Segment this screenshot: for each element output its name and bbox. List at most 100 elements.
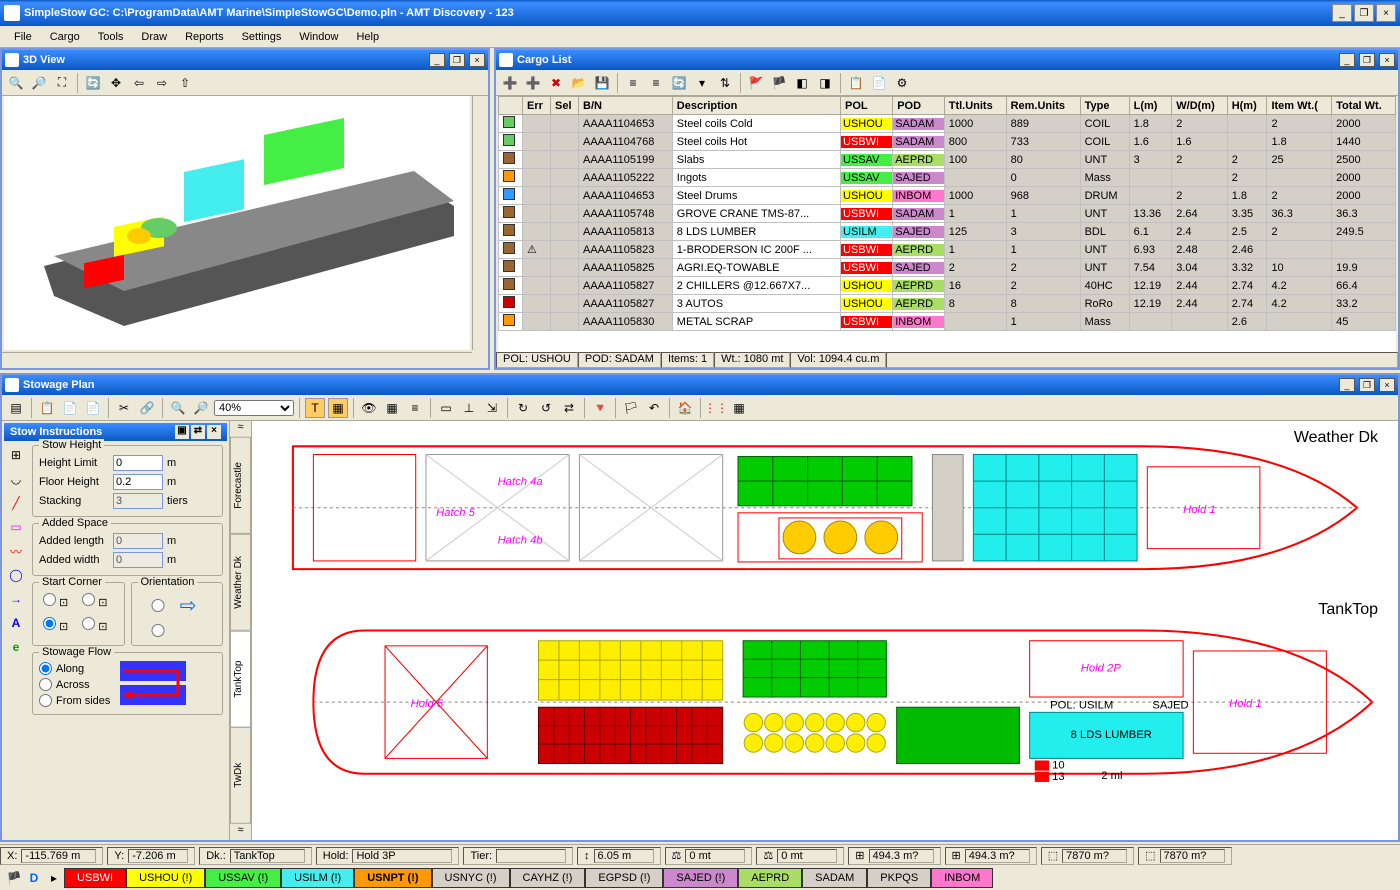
tool-polyline-icon[interactable]: 〰 [6,541,26,561]
tool-rect-icon[interactable]: ▭ [6,517,26,537]
vtab-twdk[interactable]: TwDk [230,727,251,824]
cargo-col-10[interactable]: L(m) [1129,97,1172,115]
cargo-col-5[interactable]: POL [841,97,893,115]
cargo-add-icon[interactable]: ➕ [500,73,520,93]
panel-stowage-minimize[interactable]: _ [1339,378,1355,392]
stow-filter-icon[interactable]: 🔻 [590,398,610,418]
port-tool2-icon[interactable]: D [24,868,44,888]
tool-arc-icon[interactable]: ◡ [6,469,26,489]
port-cayhz[interactable]: CAYHZ (!) [510,868,586,888]
panel-cargo-titlebar[interactable]: Cargo List _ ❐ × [496,50,1398,70]
panel-cargo-minimize[interactable]: _ [1339,53,1355,67]
cargo-tool1-icon[interactable]: ◧ [792,73,812,93]
corner-tr-radio[interactable] [82,593,95,606]
panel-3d-maximize[interactable]: ❐ [449,53,465,67]
cargo-col-8[interactable]: Rem.Units [1006,97,1080,115]
maximize-button[interactable]: ❐ [1354,4,1374,22]
port-ushou[interactable]: USHOU (!) [126,868,205,888]
cargo-col-3[interactable]: B/N [579,97,673,115]
cargo-sort-icon[interactable]: ⇅ [715,73,735,93]
port-usnyc[interactable]: USNYC (!) [432,868,510,888]
stow-rotate-ccw-icon[interactable]: ↺ [536,398,556,418]
menu-help[interactable]: Help [356,31,379,43]
cargo-col-13[interactable]: Item Wt.( [1267,97,1332,115]
stow-zoomin-icon[interactable]: 🔍 [168,398,188,418]
cargo-col-9[interactable]: Type [1080,97,1129,115]
stow-hdr-close[interactable]: × [207,425,221,439]
tool-hand-icon[interactable]: ⊞ [6,445,26,465]
cargo-col-11[interactable]: W/D(m) [1172,97,1227,115]
vtab-down-icon[interactable]: ≈ [230,824,251,840]
stow-hdr-btn2[interactable]: ⇄ [191,425,205,439]
deck-canvas[interactable]: Weather Dk TankTop Hatch 4a Hatch 4b Hat… [252,421,1398,840]
minimize-button[interactable]: _ [1332,4,1352,22]
panel-3d-titlebar[interactable]: 3D View _ ❐ × [2,50,488,70]
cargo-row[interactable]: AAAA1105830METAL SCRAPUSBWIINBOM1Mass2.6… [499,313,1396,331]
orient-2-radio[interactable] [142,624,174,637]
cargo-open-icon[interactable]: 📂 [569,73,589,93]
vtab-forecastle[interactable]: Forecastle [230,437,251,534]
cargo-copy-icon[interactable]: 📋 [846,73,866,93]
stow-undo-icon[interactable]: ↶ [644,398,664,418]
cargo-outdent-icon[interactable]: ≡ [646,73,666,93]
port-egpsd[interactable]: EGPSD (!) [585,868,663,888]
scrollbar-3d-vertical[interactable] [472,96,488,350]
cargo-col-7[interactable]: Ttl.Units [944,97,1006,115]
panel-3d-close[interactable]: × [469,53,485,67]
stow-tool5-icon[interactable]: ⇲ [482,398,502,418]
panel-stowage-titlebar[interactable]: Stowage Plan _ ❐ × [2,375,1398,395]
cargo-col-14[interactable]: Total Wt. [1332,97,1396,115]
cargo-row[interactable]: AAAA1104768Steel coils HotUSBWISADAM8007… [499,133,1396,151]
pan-icon[interactable]: ✥ [106,73,126,93]
tool-ellipse-icon[interactable]: ◯ [6,565,26,585]
vtab-weather-dk[interactable]: Weather Dk [230,534,251,631]
cargo-props-icon[interactable]: ⚙ [892,73,912,93]
vtab-up-icon[interactable]: ≈ [230,421,251,437]
cargo-row[interactable]: AAAA11058273 AUTOSUSHOUAEPRD88RoRo12.192… [499,295,1396,313]
cargo-refresh-icon[interactable]: 🔄 [669,73,689,93]
cargo-row[interactable]: AAAA11058272 CHILLERS @12.667X7...USHOUA… [499,277,1396,295]
stow-zoomout-icon[interactable]: 🔎 [191,398,211,418]
zoom-in-icon[interactable]: 🔍 [6,73,26,93]
cargo-col-0[interactable] [499,97,523,115]
port-usnpt[interactable]: USNPT (!) [354,868,431,888]
stow-tool4-icon[interactable]: ⊥ [459,398,479,418]
menu-draw[interactable]: Draw [141,31,167,43]
stow-flag-icon[interactable]: 🏳 [621,398,641,418]
zoom-out-icon[interactable]: 🔎 [29,73,49,93]
cargo-row[interactable]: AAAA1105748GROVE CRANE TMS-87...USBWISAD… [499,205,1396,223]
stow-matrix-icon[interactable]: ⋮⋮ [706,398,726,418]
menu-window[interactable]: Window [299,31,338,43]
stow-flip-icon[interactable]: ⇄ [559,398,579,418]
stow-props-icon[interactable]: ▤ [6,398,26,418]
menu-settings[interactable]: Settings [242,31,282,43]
view-left-icon[interactable]: ⇦ [129,73,149,93]
stow-home-icon[interactable]: 🏠 [675,398,695,418]
canvas-3d[interactable] [4,96,470,350]
cargo-row[interactable]: AAAA1104653Steel DrumsUSHOUINBOM1000968D… [499,187,1396,205]
stow-layers-icon[interactable]: ≡ [405,398,425,418]
cargo-row[interactable]: AAAA1105825AGRI.EQ-TOWABLEUSBWISAJED22UN… [499,259,1396,277]
cargo-col-1[interactable]: Err [523,97,551,115]
cargo-add2-icon[interactable]: ➕ [523,73,543,93]
scrollbar-3d-horizontal[interactable] [2,352,472,368]
port-sajed[interactable]: SAJED (!) [663,868,738,888]
view-up-icon[interactable]: ⇧ [175,73,195,93]
zoom-fit-icon[interactable]: ⛶ [52,73,72,93]
cargo-indent-icon[interactable]: ≡ [623,73,643,93]
menu-tools[interactable]: Tools [98,31,124,43]
flow-across-radio[interactable] [39,678,52,691]
stow-mode1-icon[interactable]: T [305,398,325,418]
port-aeprd[interactable]: AEPRD [738,868,802,888]
stow-doc-icon[interactable]: 📄 [83,398,103,418]
cargo-save-icon[interactable]: 💾 [592,73,612,93]
cargo-row[interactable]: AAAA1105222IngotsUSSAVSAJED0Mass22000 [499,169,1396,187]
panel-cargo-maximize[interactable]: ❐ [1359,53,1375,67]
stow-mode2-icon[interactable]: ▦ [328,398,348,418]
view-right-icon[interactable]: ⇨ [152,73,172,93]
panel-3d-minimize[interactable]: _ [429,53,445,67]
cargo-row[interactable]: ⚠AAAA11058231-BRODERSON IC 200F ...USBWI… [499,241,1396,259]
port-inbom[interactable]: INBOM [931,868,993,888]
cargo-row[interactable]: AAAA1104653Steel coils ColdUSHOUSADAM100… [499,115,1396,133]
menu-file[interactable]: File [14,31,32,43]
